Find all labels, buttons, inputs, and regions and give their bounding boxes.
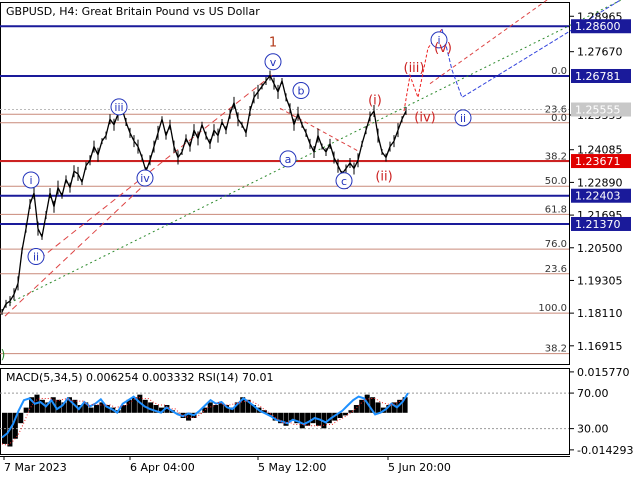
fib-label-7: 23.6: [545, 264, 567, 275]
level-tag-0: 1.28600: [575, 20, 621, 33]
ind-tick-label-0: 0.015770: [577, 366, 630, 379]
ind-tick-label-1: 70.00: [577, 387, 609, 400]
wave-label-3: iii: [114, 101, 123, 114]
wave-label-4: i: [29, 174, 32, 187]
fib-label-4: 50.0: [545, 176, 567, 187]
fib-label-6: 76.0: [545, 239, 567, 250]
wave-label-7: b: [298, 85, 305, 98]
wave-label-16: (v): [434, 41, 452, 56]
main-panel-frame: [0, 2, 570, 365]
fib-label-9: 38.2: [545, 344, 567, 355]
ind-tick-label-3: -0.014293: [577, 444, 633, 457]
wave-label-8: a: [285, 153, 292, 166]
y-tick-label-6: 1.20500: [577, 242, 623, 255]
left-edge-label: ): [1, 347, 6, 361]
x-tick-label-2: 5 May 12:00: [258, 461, 326, 474]
ind-tick-label-2: 30.00: [577, 423, 609, 436]
x-tick-label-0: 7 Mar 2023: [4, 461, 67, 474]
wave-label-9: c: [341, 175, 347, 188]
macd-bar-16: [88, 407, 94, 413]
level-tag-4: 1.21370: [575, 218, 621, 231]
x-tick-label-3: 5 Jun 20:00: [388, 461, 451, 474]
macd-bar-55: [299, 412, 305, 429]
fib-label-5: 61.8: [545, 204, 567, 215]
wave-label-12: (i): [368, 94, 382, 109]
wave-label-2: v: [270, 56, 277, 69]
wave-label-5: ii: [33, 251, 39, 264]
macd-bar-69: [375, 402, 381, 413]
wave-label-15: (iv): [414, 110, 435, 125]
y-tick-label-8: 1.18110: [577, 307, 623, 320]
macd-bar-3: [18, 412, 24, 424]
y-tick-label-9: 1.16915: [577, 340, 623, 353]
wave-label-11: ii: [460, 112, 466, 125]
level-tag-3: 1.22403: [575, 190, 621, 203]
y-tick-label-4: 1.22890: [577, 176, 623, 189]
fib-label-2: 0.0: [551, 113, 567, 124]
wave-label-6: iv: [140, 172, 150, 185]
price-axis: 1.289651.276701.253551.240851.228901.216…: [570, 10, 631, 353]
indicator-title: MACD(5,34,5) 0.006254 0.003332 RSI(14) 7…: [6, 371, 273, 384]
wave-label-14: (iii): [404, 61, 425, 76]
level-tag-2: 1.23671: [575, 155, 621, 168]
macd-bar-17: [94, 405, 100, 413]
y-tick-label-7: 1.19305: [577, 274, 623, 287]
time-axis: 7 Mar 2023 6 Apr 04:00 5 May 12:00 5 Jun 20…: [3, 456, 451, 474]
current-price-tag: 1.25555: [575, 104, 621, 117]
y-tick-label-1: 1.27670: [577, 46, 623, 59]
wave-label-13: (ii): [375, 170, 392, 185]
wave-label-0: 1: [269, 36, 277, 51]
macd-bar-38: [207, 402, 213, 413]
level-tag-1: 1.26781: [575, 70, 621, 83]
chart-window[interactable]: 0.0 23.6 0.0 38.2 50.0 61.8 76.0 23.6 100.0 38.2 …: [0, 0, 640, 480]
chart-title: GBPUSD, H4: Great Britain Pound vs US Do…: [6, 5, 260, 18]
chart-canvas[interactable]: 0.023.60.038.250.061.876.023.6100.038.2 …: [0, 0, 640, 480]
x-tick-label-1: 6 Apr 04:00: [130, 461, 195, 474]
macd-bar-66: [359, 399, 365, 413]
fib-label-8: 100.0: [538, 303, 567, 314]
indicator-axis: 0.015770 70.00 30.00 -0.014293: [570, 366, 633, 457]
